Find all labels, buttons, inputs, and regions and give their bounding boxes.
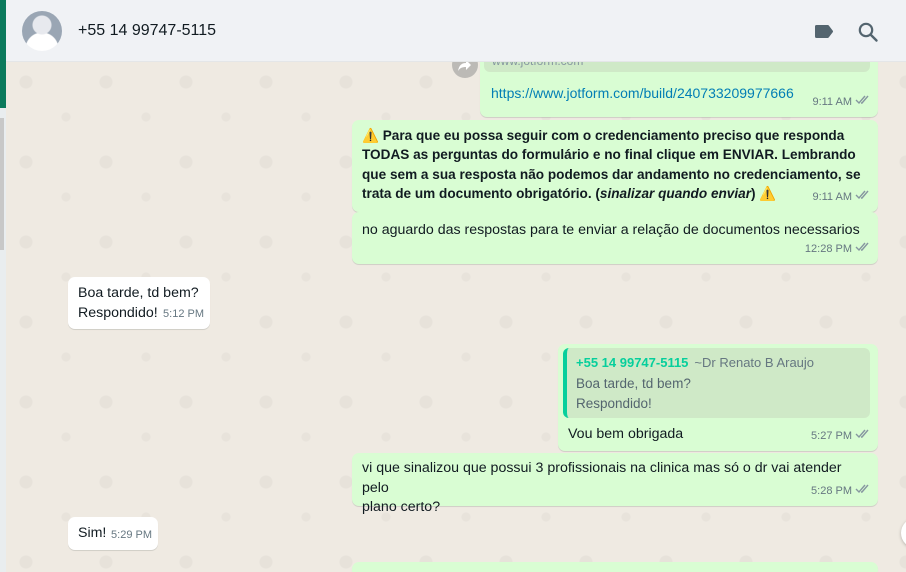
chat-header[interactable]: +55 14 99747-5115 — [6, 0, 906, 62]
label-icon[interactable] — [812, 20, 836, 44]
incoming-message[interactable]: Boa tarde, td bem? Respondido! 5:12 PM — [68, 277, 210, 329]
link-preview-url: www.jotform.com — [492, 62, 583, 72]
message-line-1: vi que sinalizou que possui 3 profission… — [362, 460, 842, 496]
scroll-down-button[interactable] — [901, 518, 906, 548]
double-check-icon — [855, 427, 871, 447]
jotform-link[interactable]: https://www.jotform.com/build/2407332099… — [491, 85, 794, 101]
double-check-icon — [855, 93, 871, 113]
chat-area[interactable]: www.jotform.com https://www.jotform.com/… — [6, 62, 906, 572]
message-time: 5:27 PM — [811, 429, 852, 442]
reply-message[interactable]: +55 14 99747-5115 ~Dr Renato B Araujo Boa… — [558, 344, 878, 451]
message-text: no aguardo das respostas para te enviar … — [362, 222, 860, 238]
quote-line-2: Respondido! — [576, 395, 652, 411]
left-panel-scrollbar[interactable] — [0, 118, 4, 250]
message-time: 9:11 AM — [812, 95, 852, 108]
warning-message[interactable]: ⚠️ Para que eu possa seguir com o creden… — [352, 120, 878, 212]
forward-icon[interactable] — [452, 62, 478, 78]
avatar[interactable] — [22, 11, 62, 51]
double-check-icon — [855, 188, 871, 208]
warning-line-4c: ) — [751, 185, 756, 201]
double-check-icon — [855, 482, 871, 502]
quote-author: ~Dr Renato B Araujo — [694, 355, 815, 370]
link-preview[interactable]: www.jotform.com — [484, 62, 870, 72]
link-message[interactable]: www.jotform.com https://www.jotform.com/… — [480, 62, 878, 117]
partial-message[interactable] — [352, 562, 878, 572]
warning-line-4a: trata de um documento obrigatório. ( — [362, 185, 600, 201]
warning-icon: ⚠️ — [759, 185, 777, 201]
warning-line-4b: sinalizar quando enviar — [599, 185, 751, 201]
message-time: 9:11 AM — [812, 190, 852, 203]
warning-line-3: que sem a sua resposta não podemos dar a… — [362, 166, 861, 182]
message-meta: 12:28 PM — [805, 240, 871, 260]
message-meta: 5:27 PM — [811, 427, 871, 447]
message-text: Vou bem obrigada — [568, 426, 684, 442]
message-meta: 5:28 PM — [811, 482, 871, 502]
message-line-1: Boa tarde, td bem? — [78, 285, 199, 301]
message-time: 5:28 PM — [811, 484, 852, 497]
message-meta: 5:29 PM — [111, 526, 152, 546]
incoming-message[interactable]: Sim! 5:29 PM — [68, 517, 158, 550]
message-meta: 5:12 PM — [163, 305, 204, 325]
search-icon[interactable] — [856, 20, 880, 44]
question-message[interactable]: vi que sinalizou que possui 3 profission… — [352, 453, 878, 515]
message-time: 12:28 PM — [804, 242, 852, 255]
aguardo-message[interactable]: no aguardo das respostas para te enviar … — [352, 212, 878, 264]
message-line-2: plano certo? — [362, 499, 441, 515]
warning-icon: ⚠️ — [362, 128, 379, 143]
warning-line-2: TODAS as perguntas do formulário e no fi… — [362, 147, 856, 163]
message-text: Sim! — [78, 525, 107, 541]
contact-name[interactable]: +55 14 99747-5115 — [78, 22, 216, 40]
double-check-icon — [855, 240, 871, 260]
quote-sender: +55 14 99747-5115 — [576, 355, 689, 370]
message-time: 5:12 PM — [163, 307, 204, 320]
message-meta: 9:11 AM — [812, 188, 871, 208]
warning-line-1: Para que eu possa seguir com o credencia… — [382, 128, 845, 143]
message-time: 5:29 PM — [111, 528, 152, 541]
quoted-message[interactable]: +55 14 99747-5115 ~Dr Renato B Araujo Boa… — [563, 348, 870, 418]
quote-line-1: Boa tarde, td bem? — [576, 375, 691, 391]
message-meta: 9:11 AM — [812, 93, 871, 113]
